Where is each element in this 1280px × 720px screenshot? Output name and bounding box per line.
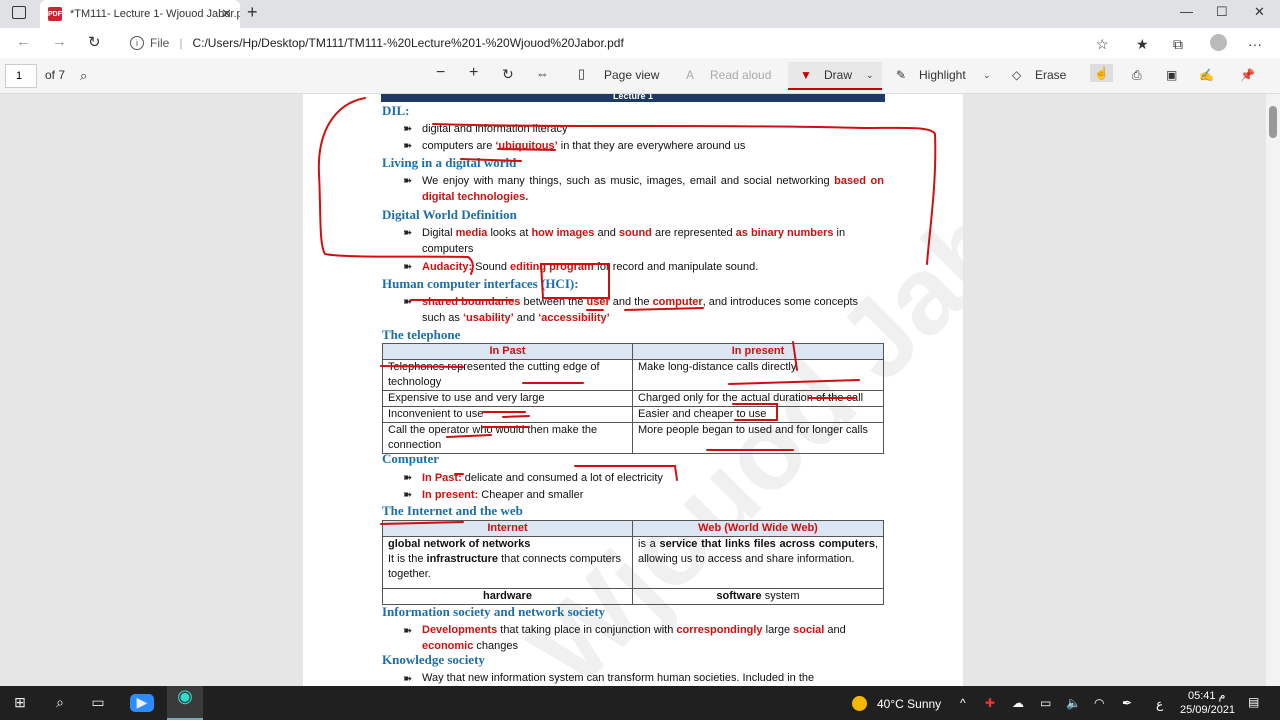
pin-toolbar-icon[interactable]: 📌 [1240, 68, 1255, 82]
forward-icon[interactable]: → [52, 33, 67, 50]
draw-icon[interactable]: ▼ [800, 68, 812, 82]
taskbar: ⊞ ⌕ ▭ ▶ ◉ 40°C Sunny ^ ✚ ☁ ▭ 🔈 ◠ ✒ ع 05:… [0, 686, 1280, 720]
browser-tab[interactable]: PDF *TM111- Lecture 1- Wjouod Jabor.pdf … [40, 0, 240, 28]
highlight-button[interactable]: Highlight [919, 68, 966, 82]
zoom-in-icon[interactable]: + [469, 64, 478, 82]
clock-date[interactable]: 25/09/2021 [1180, 704, 1235, 716]
clock-time[interactable]: 05:41 م [1188, 689, 1225, 702]
scrollbar-thumb[interactable] [1269, 106, 1277, 138]
tray-app-icon[interactable]: ✚ [985, 696, 995, 710]
search-icon[interactable]: ⌕ [50, 694, 70, 712]
page-number-input[interactable]: 1 [5, 64, 37, 88]
read-aloud-icon: A [686, 68, 695, 82]
cloud-icon[interactable]: ☁ [1012, 696, 1024, 710]
address-bar: ← → ↻ i File | C:/Users/Hp/Desktop/TM111… [0, 28, 1280, 58]
new-tab-icon[interactable]: + [247, 2, 258, 23]
url-text[interactable]: C:/Users/Hp/Desktop/TM111/TM111-%20Lectu… [192, 36, 623, 50]
tray-chevron-icon[interactable]: ^ [960, 696, 966, 710]
page-total: of 7 [45, 68, 66, 82]
minimize-button[interactable]: — [1180, 4, 1193, 19]
fit-page-icon[interactable]: ⇔ [536, 66, 549, 81]
notification-icon[interactable]: ▤ [1248, 695, 1259, 709]
draw-button[interactable]: Draw [824, 68, 852, 82]
pdf-toolbar: 1 of 7 ⌕ − + ↻ ⇔ ▯ Page view A Read alou… [0, 58, 1280, 94]
highlight-chevron-icon[interactable]: ⌄ [983, 70, 991, 81]
draw-chevron-icon[interactable]: ⌄ [866, 70, 874, 81]
weather-icon[interactable] [852, 696, 867, 711]
file-label: File [150, 36, 170, 50]
page-view-button[interactable]: Page view [604, 68, 659, 82]
url-field[interactable]: i File | C:/Users/Hp/Desktop/TM111/TM111… [130, 32, 1130, 54]
erase-icon[interactable]: ◇ [1012, 68, 1021, 82]
collections-icon[interactable]: ⧉ [1173, 36, 1183, 53]
close-button[interactable]: ✕ [1254, 4, 1265, 20]
rotate-icon[interactable]: ↻ [502, 66, 514, 83]
pdf-icon: PDF [48, 7, 62, 21]
task-view-icon[interactable]: ▭ [88, 694, 108, 712]
refresh-icon[interactable]: ↻ [88, 33, 101, 51]
highlight-icon[interactable]: ✎ [896, 68, 906, 82]
zoom-out-icon[interactable]: − [436, 64, 445, 82]
volume-icon[interactable]: 🔈 [1066, 696, 1081, 710]
tab-close-icon[interactable]: ✕ [221, 6, 232, 22]
battery-icon[interactable]: ▭ [1040, 696, 1051, 710]
search-icon[interactable]: ⌕ [80, 68, 87, 84]
page-view-icon[interactable]: ▯ [578, 66, 585, 82]
edge-app-icon[interactable]: ◉ [167, 686, 203, 720]
language-indicator[interactable]: ع [1156, 697, 1163, 711]
pdf-page: Lecture 1 Wjouod Jabor DIL: ➽ digital an… [303, 94, 963, 686]
url-separator: | [179, 36, 183, 50]
save-icon[interactable]: ▣ [1166, 68, 1177, 82]
touch-write-icon[interactable]: ☝ [1090, 64, 1113, 82]
favorites-icon[interactable]: ★ [1136, 36, 1149, 53]
pen-icon[interactable]: ✒ [1122, 696, 1132, 710]
ink-annotations [317, 97, 937, 525]
zoom-app-icon[interactable]: ▶ [130, 694, 154, 712]
windows-start-icon[interactable]: ⊞ [10, 694, 30, 712]
print-icon[interactable]: ⎙ [1132, 68, 1142, 83]
tab-title: *TM111- Lecture 1- Wjouod Jabor.pdf [70, 8, 240, 20]
profile-avatar[interactable] [1210, 34, 1227, 51]
read-aloud-button: Read aloud [710, 68, 772, 82]
vertical-scrollbar[interactable] [1266, 94, 1280, 686]
save-as-icon[interactable]: ✍ [1199, 68, 1214, 82]
weather-text[interactable]: 40°C Sunny [877, 697, 941, 711]
network-icon[interactable]: ◠ [1094, 696, 1104, 710]
back-icon[interactable]: ← [16, 33, 31, 50]
info-icon[interactable]: i [130, 36, 144, 50]
add-favorite-icon[interactable]: ☆ [1096, 36, 1109, 53]
tab-actions-icon[interactable] [12, 6, 26, 19]
more-icon[interactable]: ··· [1248, 36, 1262, 52]
erase-button[interactable]: Erase [1035, 68, 1066, 82]
title-bar: PDF *TM111- Lecture 1- Wjouod Jabor.pdf … [0, 0, 1280, 28]
maximize-button[interactable]: ☐ [1216, 4, 1228, 20]
